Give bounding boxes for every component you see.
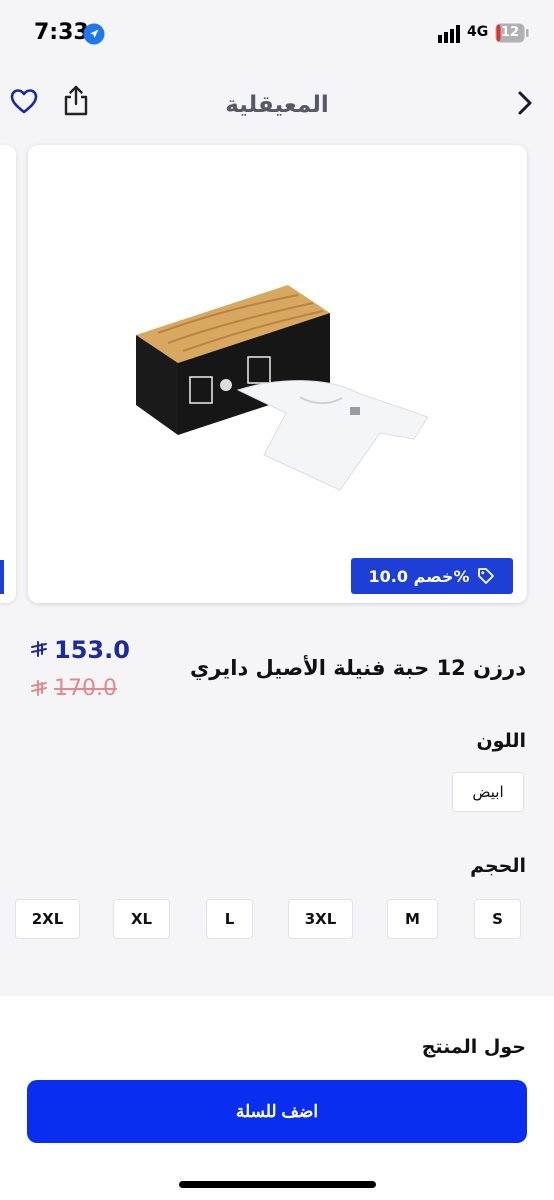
gallery-next-image[interactable]: [0, 145, 16, 603]
size-option-2xl[interactable]: 2XL: [15, 899, 80, 939]
signal-icon: [438, 25, 460, 43]
color-option-white[interactable]: ابيض: [452, 772, 524, 812]
product-title: درزن 12 حبة فنيلة الأصيل دايري: [190, 656, 526, 680]
discount-badge: خصم 10.0%: [351, 558, 513, 594]
add-to-cart-button[interactable]: اضف للسلة: [27, 1080, 527, 1143]
page-title: المعيقلية: [225, 92, 329, 118]
size-option-xl[interactable]: XL: [113, 899, 170, 939]
original-price: 170.0: [30, 676, 117, 701]
size-option-s[interactable]: S: [474, 899, 521, 939]
riyal-currency-icon: [31, 679, 47, 696]
size-option-l[interactable]: L: [206, 899, 253, 939]
battery-level: 12: [500, 25, 520, 40]
product-image: [136, 285, 428, 491]
riyal-currency-icon: [31, 641, 47, 657]
network-label: 4G: [467, 24, 489, 40]
price-tag-icon: [478, 568, 495, 584]
discount-label: خصم 10.0%: [368, 566, 470, 586]
location-arrow-icon: [83, 23, 105, 45]
product-image-card[interactable]: خصم 10.0%: [28, 145, 527, 603]
nav-bar: المعيقلية: [0, 70, 554, 140]
original-price-value: 170.0: [54, 676, 117, 701]
color-section-label: اللون: [476, 730, 526, 752]
size-section-label: الحجم: [470, 855, 526, 877]
size-option-3xl[interactable]: 3XL: [288, 899, 353, 939]
status-time: 7:33: [34, 20, 89, 45]
gallery-next-badge: [0, 560, 4, 594]
size-option-m[interactable]: M: [387, 899, 438, 939]
status-bar: 7:33 4G 12: [0, 0, 554, 66]
current-price-value: 153.0: [54, 636, 130, 664]
current-price: 153.0: [30, 636, 130, 664]
home-indicator[interactable]: [179, 1181, 376, 1188]
about-product-label: حول المنتج: [421, 1036, 526, 1058]
chevron-right-icon[interactable]: [514, 90, 536, 116]
